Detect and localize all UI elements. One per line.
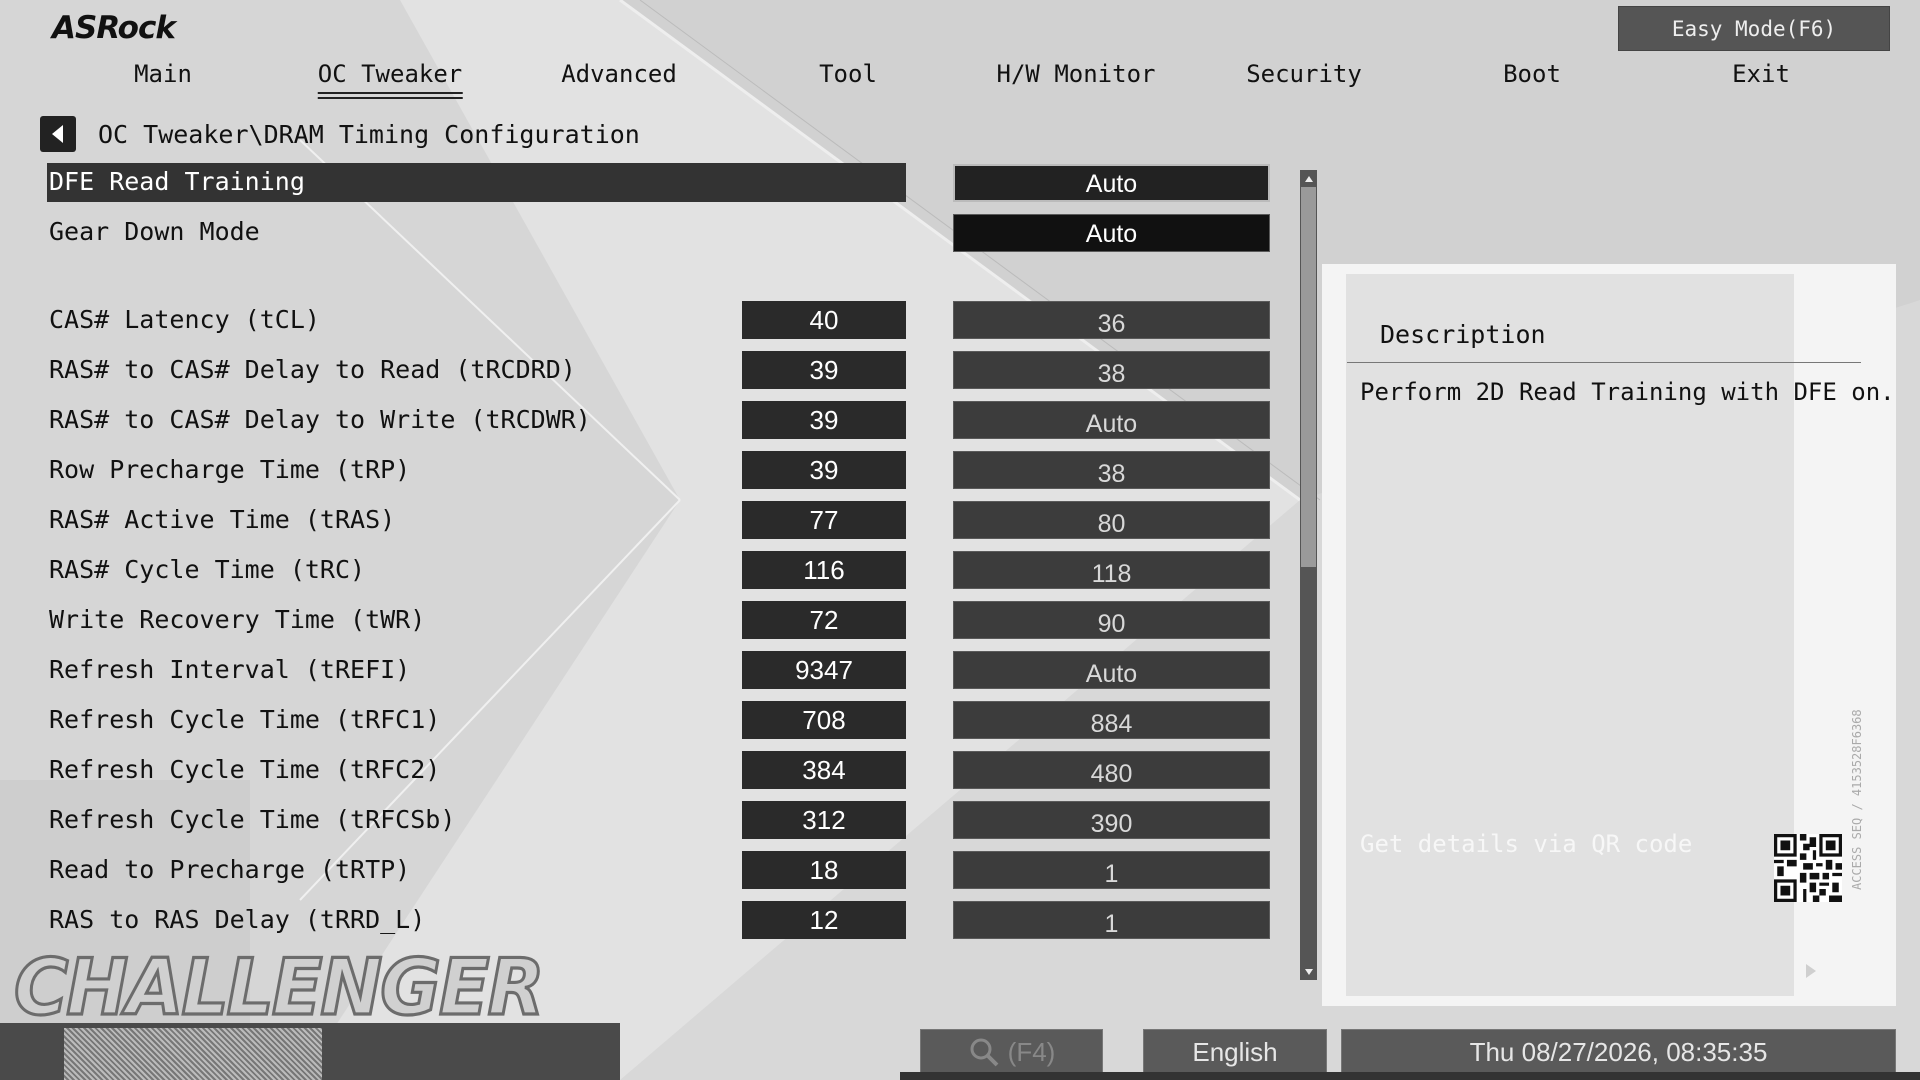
menu-main[interactable]: Main xyxy=(134,60,192,92)
setting-twr[interactable]: Write Recovery Time (tWR) xyxy=(49,600,425,640)
twr-current: 72 xyxy=(742,601,906,639)
menu-tool[interactable]: Tool xyxy=(819,60,877,92)
trc-current: 116 xyxy=(742,551,906,589)
menu-security[interactable]: Security xyxy=(1246,60,1362,92)
menu-boot[interactable]: Boot xyxy=(1503,60,1561,92)
menu-exit[interactable]: Exit xyxy=(1732,60,1790,92)
menu-oc-tweaker[interactable]: OC Tweaker xyxy=(317,60,463,99)
tcl-current: 40 xyxy=(742,301,906,339)
trcdrd-value[interactable]: 38 xyxy=(953,351,1270,389)
vertical-code: ACCESS SEQ / 4153528F6368 xyxy=(1850,709,1864,890)
asrock-logo: ASRock xyxy=(52,10,176,46)
setting-tcl[interactable]: CAS# Latency (tCL) xyxy=(49,300,320,340)
datetime-display: Thu 08/27/2026, 08:35:35 xyxy=(1341,1029,1896,1075)
footer-strip xyxy=(900,1072,1920,1080)
qr-code-icon[interactable] xyxy=(1774,834,1842,902)
setting-trfcsb[interactable]: Refresh Cycle Time (tRFCSb) xyxy=(49,800,455,840)
search-icon xyxy=(970,1038,999,1067)
language-button[interactable]: English xyxy=(1143,1029,1327,1075)
trefi-value[interactable]: Auto xyxy=(953,651,1270,689)
setting-trfc1[interactable]: Refresh Cycle Time (tRFC1) xyxy=(49,700,440,740)
twr-value[interactable]: 90 xyxy=(953,601,1270,639)
trcdwr-current: 39 xyxy=(742,401,906,439)
scrollbar[interactable] xyxy=(1300,170,1317,980)
back-arrow-icon xyxy=(52,125,63,143)
setting-tras[interactable]: RAS# Active Time (tRAS) xyxy=(49,500,395,540)
breadcrumb: OC Tweaker\DRAM Timing Configuration xyxy=(40,116,640,152)
trfc2-current: 384 xyxy=(742,751,906,789)
trp-current: 39 xyxy=(742,451,906,489)
menu-advanced[interactable]: Advanced xyxy=(561,60,677,92)
challenger-watermark: CHALLENGER xyxy=(13,941,547,1034)
trrd-l-current: 12 xyxy=(742,901,906,939)
trfc2-value[interactable]: 480 xyxy=(953,751,1270,789)
setting-trcdwr[interactable]: RAS# to CAS# Delay to Write (tRCDWR) xyxy=(49,400,591,440)
trc-value[interactable]: 118 xyxy=(953,551,1270,589)
search-shortcut: (F4) xyxy=(1007,1036,1056,1067)
trfcsb-value[interactable]: 390 xyxy=(953,801,1270,839)
setting-trrd-l[interactable]: RAS to RAS Delay (tRRD_L) xyxy=(49,900,425,940)
setting-trc[interactable]: RAS# Cycle Time (tRC) xyxy=(49,550,365,590)
setting-trtp[interactable]: Read to Precharge (tRTP) xyxy=(49,850,410,890)
setting-trfc2[interactable]: Refresh Cycle Time (tRFC2) xyxy=(49,750,440,790)
scroll-up-icon[interactable] xyxy=(1300,170,1317,187)
trfc1-value[interactable]: 884 xyxy=(953,701,1270,739)
gear-down-mode-value[interactable]: Auto xyxy=(953,214,1270,252)
description-title: Description xyxy=(1380,320,1546,349)
tras-value[interactable]: 80 xyxy=(953,501,1270,539)
trtp-value[interactable]: 1 xyxy=(953,851,1270,889)
qr-hint: Get details via QR code xyxy=(1360,830,1693,858)
setting-trefi[interactable]: Refresh Interval (tREFI) xyxy=(49,650,410,690)
description-text: Perform 2D Read Training with DFE on. xyxy=(1360,378,1895,406)
trcdwr-value[interactable]: Auto xyxy=(953,401,1270,439)
trefi-current: 9347 xyxy=(742,651,906,689)
tras-current: 77 xyxy=(742,501,906,539)
easy-mode-button[interactable]: Easy Mode(F6) xyxy=(1618,6,1890,51)
breadcrumb-path: OC Tweaker\DRAM Timing Configuration xyxy=(98,119,640,149)
footer-hatch-pattern xyxy=(64,1028,322,1080)
panel-arrow-icon xyxy=(1806,964,1816,978)
search-button[interactable]: (F4) xyxy=(920,1029,1103,1075)
scroll-down-icon[interactable] xyxy=(1300,963,1317,980)
menu-hw-monitor[interactable]: H/W Monitor xyxy=(997,60,1156,92)
trrd-l-value[interactable]: 1 xyxy=(953,901,1270,939)
setting-dfe-read-training[interactable]: DFE Read Training xyxy=(49,162,305,202)
setting-trcdrd[interactable]: RAS# to CAS# Delay to Read (tRCDRD) xyxy=(49,350,576,390)
trp-value[interactable]: 38 xyxy=(953,451,1270,489)
scroll-thumb[interactable] xyxy=(1301,187,1316,567)
setting-gear-down-mode[interactable]: Gear Down Mode xyxy=(49,212,260,252)
main-menu: Main OC Tweaker Advanced Tool H/W Monito… xyxy=(0,58,1920,99)
trtp-current: 18 xyxy=(742,851,906,889)
tcl-value[interactable]: 36 xyxy=(953,301,1270,339)
trcdrd-current: 39 xyxy=(742,351,906,389)
trfcsb-current: 312 xyxy=(742,801,906,839)
trfc1-current: 708 xyxy=(742,701,906,739)
description-divider xyxy=(1347,362,1861,363)
back-button[interactable] xyxy=(40,116,76,152)
dfe-read-training-value[interactable]: Auto xyxy=(953,164,1270,202)
setting-trp[interactable]: Row Precharge Time (tRP) xyxy=(49,450,410,490)
